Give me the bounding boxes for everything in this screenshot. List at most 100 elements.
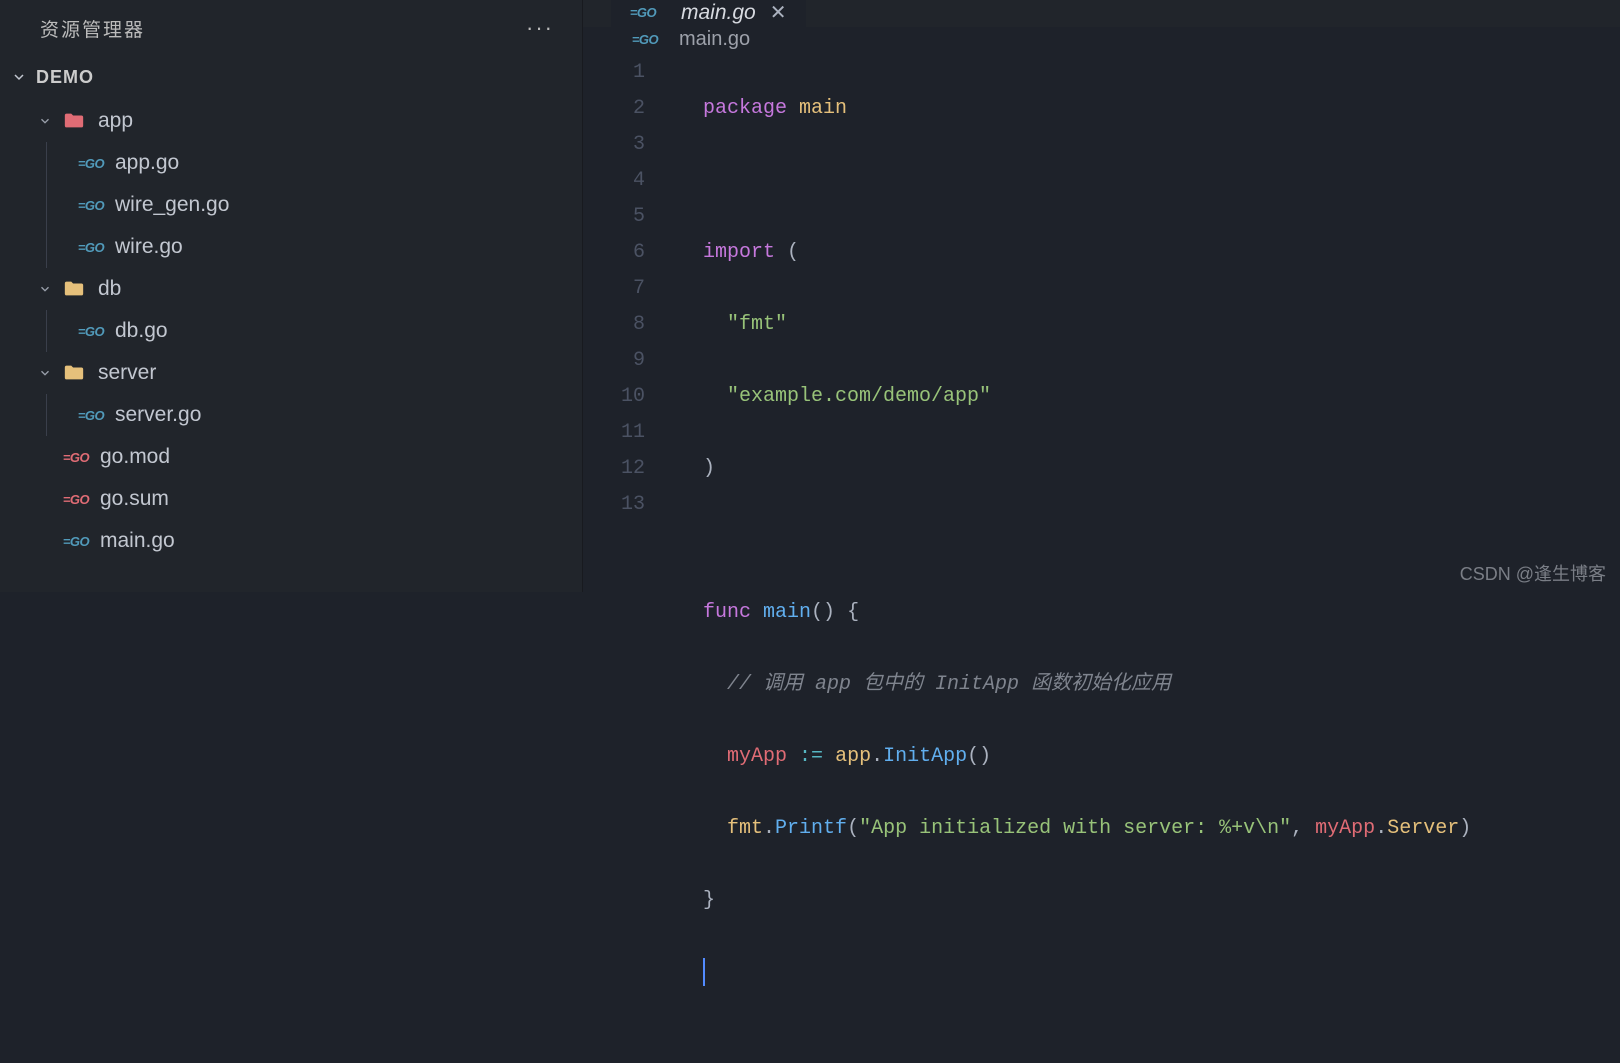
tok: ) <box>703 457 715 480</box>
file-app-go[interactable]: =GO app.go <box>47 142 582 184</box>
code-editor[interactable]: 1 2 3 4 5 6 7 8 9 10 11 12 13 package ma… <box>583 51 1620 1063</box>
tok: import <box>703 241 775 264</box>
tok: "example.com/demo/app" <box>727 385 991 408</box>
line-number: 9 <box>583 343 645 379</box>
go-file-icon: =GO <box>79 235 103 259</box>
go-file-icon: =GO <box>631 1 655 25</box>
folder-icon <box>62 277 86 301</box>
explorer-title: 资源管理器 <box>40 15 145 42</box>
tok: Printf <box>775 817 847 840</box>
tok: } <box>703 889 715 912</box>
file-label: app.go <box>115 151 179 175</box>
tok: fmt <box>727 817 763 840</box>
line-number: 11 <box>583 415 645 451</box>
breadcrumb-file: main.go <box>679 28 750 51</box>
tab-title: main.go <box>681 1 756 25</box>
folder-label: server <box>98 361 156 385</box>
explorer-header: 资源管理器 ··· <box>0 0 582 56</box>
file-server-go[interactable]: =GO server.go <box>47 394 582 436</box>
folder-server[interactable]: server <box>0 352 582 394</box>
tok: := <box>799 745 823 768</box>
tok: InitApp <box>883 745 967 768</box>
tok: ( <box>847 817 859 840</box>
tok: main <box>763 601 811 624</box>
file-db-go[interactable]: =GO db.go <box>47 310 582 352</box>
line-number: 13 <box>583 487 645 523</box>
tok: myApp <box>727 745 787 768</box>
line-number: 3 <box>583 127 645 163</box>
go-file-icon: =GO <box>64 529 88 553</box>
line-number: 5 <box>583 199 645 235</box>
close-icon[interactable]: ✕ <box>770 0 787 25</box>
tab-main-go[interactable]: =GO main.go ✕ <box>611 0 806 27</box>
go-sum-icon: =GO <box>64 487 88 511</box>
line-number: 1 <box>583 55 645 91</box>
code-content[interactable]: package main import ( "fmt" "example.com… <box>683 55 1620 1063</box>
chevron-down-icon <box>36 364 54 382</box>
breadcrumb[interactable]: =GO main.go <box>583 27 1620 51</box>
line-number: 12 <box>583 451 645 487</box>
folder-label: app <box>98 109 133 133</box>
editor-pane: =GO main.go ✕ =GO main.go 1 2 3 4 5 6 7 … <box>583 0 1620 592</box>
tok: // 调用 app 包中的 InitApp 函数初始化应用 <box>727 673 1171 696</box>
line-number: 10 <box>583 379 645 415</box>
folder-icon <box>62 109 86 133</box>
project-name: DEMO <box>36 67 94 88</box>
tok: package <box>703 97 787 120</box>
go-mod-icon: =GO <box>64 445 88 469</box>
chevron-down-icon <box>36 112 54 130</box>
explorer-sidebar: 资源管理器 ··· DEMO app =GO app.go =GO wire_g… <box>0 0 583 592</box>
tok: () <box>811 601 835 624</box>
line-number: 6 <box>583 235 645 271</box>
file-main-go[interactable]: =GO main.go <box>0 520 582 562</box>
tok: myApp <box>1315 817 1375 840</box>
folder-db[interactable]: db <box>0 268 582 310</box>
go-file-icon: =GO <box>79 151 103 175</box>
file-go-sum[interactable]: =GO go.sum <box>0 478 582 520</box>
file-wire-gen-go[interactable]: =GO wire_gen.go <box>47 184 582 226</box>
folder-app[interactable]: app <box>0 100 582 142</box>
tok: { <box>847 601 859 624</box>
line-number: 7 <box>583 271 645 307</box>
tab-bar: =GO main.go ✕ <box>583 0 1620 27</box>
line-number: 8 <box>583 307 645 343</box>
file-label: go.sum <box>100 487 169 511</box>
tok: . <box>763 817 775 840</box>
tok: () <box>967 745 991 768</box>
folder-icon <box>62 361 86 385</box>
tok: , <box>1291 817 1315 840</box>
file-label: go.mod <box>100 445 170 469</box>
tok: func <box>703 601 751 624</box>
file-label: main.go <box>100 529 175 553</box>
tok: main <box>799 97 847 120</box>
go-file-icon: =GO <box>633 27 657 51</box>
go-file-icon: =GO <box>79 403 103 427</box>
line-number: 4 <box>583 163 645 199</box>
file-tree: app =GO app.go =GO wire_gen.go =GO wire.… <box>0 98 582 562</box>
folder-label: db <box>98 277 121 301</box>
tok: ) <box>1459 817 1471 840</box>
tok: . <box>1375 817 1387 840</box>
file-wire-go[interactable]: =GO wire.go <box>47 226 582 268</box>
file-label: db.go <box>115 319 168 343</box>
tok: Server <box>1387 817 1459 840</box>
watermark: CSDN @逢生博客 <box>1460 560 1606 586</box>
go-file-icon: =GO <box>79 193 103 217</box>
chevron-down-icon <box>36 280 54 298</box>
file-label: server.go <box>115 403 201 427</box>
go-file-icon: =GO <box>79 319 103 343</box>
line-gutter: 1 2 3 4 5 6 7 8 9 10 11 12 13 <box>583 55 683 1063</box>
project-root[interactable]: DEMO <box>0 56 582 98</box>
file-label: wire_gen.go <box>115 193 229 217</box>
tok: "fmt" <box>727 313 787 336</box>
more-actions-icon[interactable]: ··· <box>526 15 554 41</box>
line-number: 2 <box>583 91 645 127</box>
chevron-down-icon <box>10 68 28 86</box>
tok: "App initialized with server: %+v\n" <box>859 817 1291 840</box>
tok: . <box>871 745 883 768</box>
cursor <box>703 958 705 986</box>
tok: app <box>835 745 871 768</box>
file-go-mod[interactable]: =GO go.mod <box>0 436 582 478</box>
tok: ( <box>787 241 799 264</box>
file-label: wire.go <box>115 235 183 259</box>
